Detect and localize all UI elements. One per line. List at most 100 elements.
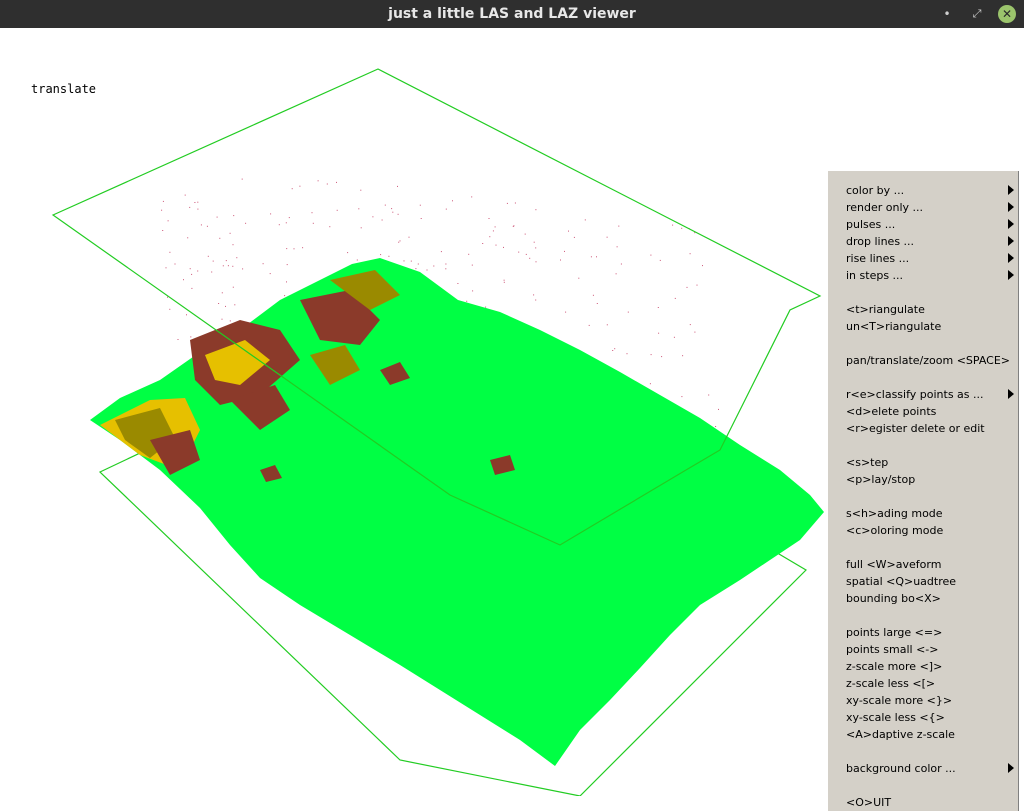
menu-item[interactable]: points large <=> <box>846 624 942 641</box>
point-sample <box>503 279 505 281</box>
maximize-icon[interactable]: ⤢ <box>968 5 986 23</box>
menu-item[interactable]: xy-scale less <{> <box>846 709 945 726</box>
point-sample <box>221 292 223 294</box>
menu-item[interactable]: <A>daptive z-scale <box>846 726 955 743</box>
menu-item[interactable]: r<e>classify points as ... <box>846 386 984 403</box>
point-sample <box>659 259 661 261</box>
point-sample <box>233 215 235 217</box>
point-sample <box>419 204 421 206</box>
point-sample <box>165 267 167 269</box>
menu-item[interactable]: <s>tep <box>846 454 888 471</box>
point-sample <box>219 237 221 239</box>
context-menu[interactable]: color by ... render only ... pulses ... dro… <box>826 169 1019 811</box>
menu-item[interactable]: rise lines ... <box>846 250 909 267</box>
point-sample <box>194 202 196 203</box>
point-sample <box>347 252 349 254</box>
point-sample <box>167 220 169 222</box>
point-sample <box>650 354 652 356</box>
point-sample <box>162 200 164 202</box>
point-sample <box>702 265 703 267</box>
point-sample <box>673 336 675 338</box>
point-sample <box>167 296 168 298</box>
point-sample <box>207 255 209 257</box>
point-sample <box>388 255 390 257</box>
menu-item[interactable]: s<h>ading mode <box>846 505 943 522</box>
point-sample <box>381 219 383 221</box>
point-sample <box>415 268 417 270</box>
menu-item[interactable]: <c>oloring mode <box>846 522 943 539</box>
menu-item[interactable]: z-scale less <[> <box>846 675 935 692</box>
point-sample <box>618 225 620 227</box>
menu-item[interactable]: points small <-> <box>846 641 938 658</box>
point-sample <box>326 183 328 185</box>
point-sample <box>489 236 491 238</box>
point-sample <box>682 355 684 357</box>
point-sample <box>681 227 683 229</box>
point-sample <box>689 253 691 255</box>
point-sample <box>681 396 683 398</box>
menu-item[interactable]: un<T>riangulate <box>846 318 941 335</box>
submenu-arrow-icon <box>1008 763 1014 773</box>
point-sample <box>606 236 608 238</box>
close-icon[interactable]: ✕ <box>998 5 1016 23</box>
point-sample <box>189 268 191 270</box>
point-sample <box>452 200 453 202</box>
point-sample <box>384 204 386 206</box>
point-sample <box>494 226 496 228</box>
point-sample <box>227 265 229 267</box>
point-sample <box>360 189 362 191</box>
point-sample <box>533 294 535 296</box>
menu-item[interactable]: <p>lay/stop <box>846 471 915 488</box>
point-sample <box>270 213 272 215</box>
menu-item[interactable]: in steps ... <box>846 267 903 284</box>
submenu-arrow-icon <box>1008 202 1014 212</box>
point-sample <box>169 308 171 310</box>
menu-item[interactable]: drop lines ... <box>846 233 914 250</box>
point-sample <box>222 265 224 267</box>
menu-item[interactable]: color by ... <box>846 182 904 199</box>
menu-item[interactable]: <d>elete points <box>846 403 936 420</box>
point-sample <box>183 279 184 281</box>
title-bar: just a little LAS and LAZ viewer • ⤢ ✕ <box>0 0 1024 28</box>
point-sample <box>616 246 618 248</box>
point-sample <box>380 254 382 256</box>
menu-item[interactable]: pulses ... <box>846 216 895 233</box>
menu-item[interactable]: render only ... <box>846 199 923 216</box>
menu-item[interactable]: <r>egister delete or edit <box>846 420 985 437</box>
point-sample <box>299 185 301 187</box>
point-sample <box>278 224 280 226</box>
minimize-icon[interactable]: • <box>938 5 956 23</box>
point-sample <box>514 202 516 204</box>
point-sample <box>336 209 338 211</box>
point-sample <box>503 246 504 248</box>
point-sample <box>186 314 187 316</box>
menu-item[interactable]: full <W>aveform <box>846 556 941 573</box>
point-sample <box>492 230 494 232</box>
point-sample <box>212 260 214 262</box>
menu-item[interactable]: <t>riangulate <box>846 301 925 318</box>
point-sample <box>612 350 614 351</box>
menu-item[interactable]: pan/translate/zoom <SPACE> <box>846 352 1010 369</box>
menu-item[interactable]: z-scale more <]> <box>846 658 942 675</box>
point-sample <box>269 273 271 275</box>
menu-item[interactable]: bounding bo<X> <box>846 590 941 607</box>
point-sample <box>284 295 286 297</box>
menu-item[interactable]: xy-scale more <}> <box>846 692 952 709</box>
submenu-arrow-icon <box>1008 236 1014 246</box>
point-sample <box>187 237 189 239</box>
point-sample <box>285 222 287 224</box>
point-sample <box>356 259 358 261</box>
point-sample <box>189 206 191 208</box>
point-sample <box>696 284 698 286</box>
point-sample <box>234 304 236 306</box>
point-sample <box>232 265 234 267</box>
menu-item[interactable]: background color ... <box>846 760 956 777</box>
point-sample <box>573 236 575 238</box>
point-sample <box>488 218 490 219</box>
point-sample <box>694 331 696 333</box>
terrain-surface <box>90 258 824 766</box>
menu-item[interactable]: spatial <Q>uadtree <box>846 573 956 590</box>
menu-item[interactable]: <O>UIT <box>846 794 891 811</box>
point-sample <box>397 185 398 187</box>
point-sample <box>535 299 537 301</box>
